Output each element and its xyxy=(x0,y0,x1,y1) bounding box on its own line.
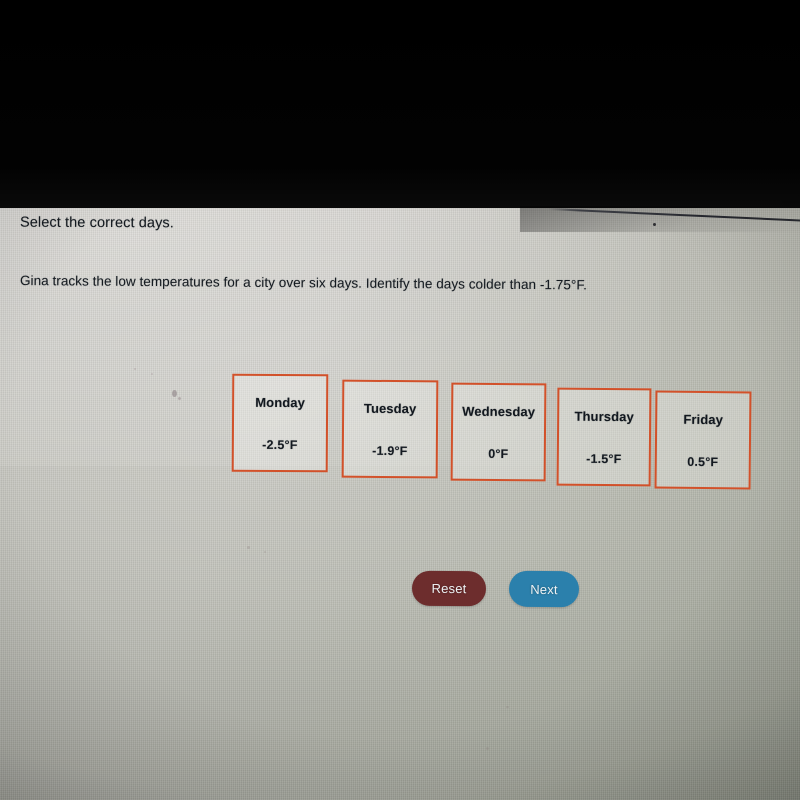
day-card-label: Monday xyxy=(255,394,306,411)
day-card-label: Thursday xyxy=(574,408,634,425)
day-card-label: Friday xyxy=(683,411,724,428)
day-card-temperature: -1.9°F xyxy=(372,443,408,459)
day-card-friday[interactable]: Friday 0.5°F xyxy=(654,390,752,490)
day-card-temperature: -2.5°F xyxy=(262,437,298,453)
day-card-label: Tuesday xyxy=(363,400,417,417)
prompt-body: Gina tracks the low temperatures for a c… xyxy=(19,273,588,293)
content-layer: Select the correct days. Gina tracks the… xyxy=(0,0,800,800)
day-card-tuesday[interactable]: Tuesday -1.9°F xyxy=(341,379,439,479)
day-card-wednesday[interactable]: Wednesday 0°F xyxy=(450,382,547,482)
screenshot-root: Select the correct days. Gina tracks the… xyxy=(0,0,800,800)
day-card-temperature: -1.5°F xyxy=(586,451,622,467)
day-card-temperature: 0.5°F xyxy=(687,454,719,470)
day-card-label: Wednesday xyxy=(462,403,536,420)
prompt-title: Select the correct days. xyxy=(19,214,174,232)
day-card-temperature: 0°F xyxy=(488,446,509,462)
day-card-thursday[interactable]: Thursday -1.5°F xyxy=(556,387,652,487)
day-card-monday[interactable]: Monday -2.5°F xyxy=(231,373,329,473)
reset-button[interactable]: Reset xyxy=(411,570,487,607)
next-button[interactable]: Next xyxy=(508,570,580,608)
